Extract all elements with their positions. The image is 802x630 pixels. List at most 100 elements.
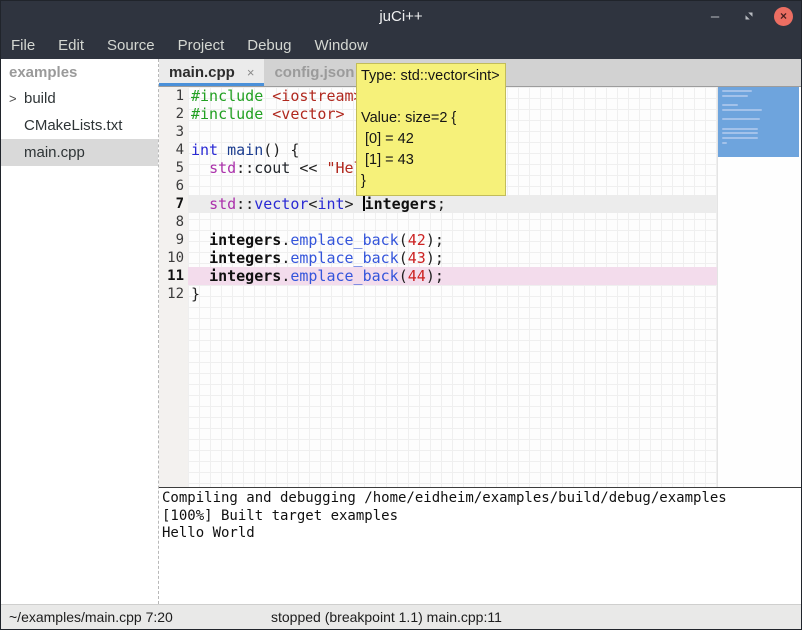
code-token: . <box>281 231 290 249</box>
line-number: 9 <box>159 231 188 249</box>
tab-config-json[interactable]: config.json <box>264 59 364 86</box>
code-token: << <box>290 159 326 177</box>
output-line: Hello World <box>162 525 801 543</box>
file-tree-sidebar: examples >buildCMakeLists.txtmain.cpp <box>1 59 159 604</box>
menu-bar: File Edit Source Project Debug Window <box>1 31 801 59</box>
line-number: 4 <box>159 141 188 159</box>
code-token: > <box>345 195 363 213</box>
code-token: #include <box>191 105 263 123</box>
line-number: 1 <box>159 87 188 105</box>
code-line[interactable]: integers.emplace_back(43); <box>188 249 717 267</box>
tooltip-line: [1] = 43 <box>361 150 501 171</box>
minimap-visible-region[interactable] <box>718 87 799 157</box>
code-token: 42 <box>408 231 426 249</box>
code-token: ( <box>399 249 408 267</box>
code-token: ( <box>399 231 408 249</box>
line-number: 10 <box>159 249 188 267</box>
code-token <box>191 195 209 213</box>
title-bar[interactable]: juCi++ – × <box>1 1 801 31</box>
code-token: integers <box>365 195 437 213</box>
line-number: 7 <box>159 195 188 213</box>
code-token <box>263 105 272 123</box>
app-window: juCi++ – × File Edit Source Project Debug Win… <box>0 0 802 630</box>
close-icon[interactable]: × <box>774 7 793 26</box>
code-token: 44 <box>408 267 426 285</box>
minimap-code-line <box>722 109 762 111</box>
minimap-scrollbar[interactable] <box>717 87 801 487</box>
code-token: emplace_back <box>290 231 398 249</box>
build-output-panel: Compiling and debugging /home/eidheim/ex… <box>159 487 801 604</box>
code-token: :: <box>236 195 254 213</box>
output-line: [100%] Built target examples <box>162 508 801 526</box>
code-token: ; <box>437 195 446 213</box>
code-token: std <box>209 195 236 213</box>
code-line[interactable] <box>188 213 717 231</box>
code-token: . <box>281 249 290 267</box>
tab-label: config.json <box>274 64 354 81</box>
minimap-code-line <box>722 132 758 134</box>
code-token: } <box>191 285 200 303</box>
tooltip-line: Type: std::vector<int> <box>361 66 501 87</box>
minimap-code-line <box>722 137 758 139</box>
code-token: ); <box>426 249 444 267</box>
line-number: 11 <box>159 267 188 285</box>
code-token: emplace_back <box>290 267 398 285</box>
line-number: 5 <box>159 159 188 177</box>
tab-close-icon[interactable]: × <box>247 65 255 80</box>
code-token: main <box>227 141 263 159</box>
code-token <box>191 249 209 267</box>
code-line[interactable]: } <box>188 285 717 303</box>
line-number-gutter: 123456789101112 <box>159 87 188 487</box>
code-line[interactable]: integers.emplace_back(42); <box>188 231 717 249</box>
tab-main-cpp[interactable]: main.cpp× <box>159 59 264 86</box>
menu-item-edit[interactable]: Edit <box>58 37 84 54</box>
tree-item-label: CMakeLists.txt <box>24 117 122 134</box>
code-token: . <box>281 267 290 285</box>
code-token: ( <box>399 267 408 285</box>
code-token <box>191 231 209 249</box>
minimize-icon[interactable]: – <box>706 8 724 25</box>
line-number: 3 <box>159 123 188 141</box>
code-line[interactable]: integers.emplace_back(44); <box>188 267 717 285</box>
sidebar-item-main-cpp[interactable]: main.cpp <box>1 139 158 166</box>
code-token: emplace_back <box>290 249 398 267</box>
menu-item-source[interactable]: Source <box>107 37 155 54</box>
window-title: juCi++ <box>379 8 422 25</box>
tooltip-line: [0] = 42 <box>361 129 501 150</box>
line-number: 2 <box>159 105 188 123</box>
code-token: 43 <box>408 249 426 267</box>
code-token: integers <box>209 267 281 285</box>
minimap-code-line <box>722 90 752 92</box>
code-token <box>263 87 272 105</box>
tooltip-line <box>361 87 501 108</box>
minimap-code-line <box>722 128 758 130</box>
code-token: int <box>317 195 344 213</box>
code-token: int <box>191 141 218 159</box>
file-tree: >build CMakeLists.txt main.cpp <box>1 85 158 166</box>
code-token: ); <box>426 267 444 285</box>
tree-item-label: build <box>24 90 56 107</box>
menu-item-window[interactable]: Window <box>314 37 367 54</box>
code-token: vector <box>254 195 308 213</box>
code-token <box>218 141 227 159</box>
line-number: 12 <box>159 285 188 303</box>
tooltip-line: Value: size=2 { <box>361 108 501 129</box>
restore-icon[interactable] <box>740 7 758 25</box>
menu-item-project[interactable]: Project <box>178 37 225 54</box>
sidebar-item-cmakelists-txt[interactable]: CMakeLists.txt <box>1 112 158 139</box>
minimap-code-line <box>722 104 738 106</box>
menu-item-debug[interactable]: Debug <box>247 37 291 54</box>
code-line[interactable]: std::vector<int> integers; <box>188 195 717 213</box>
code-token: :: <box>236 159 254 177</box>
code-token: <vector> <box>272 105 344 123</box>
code-token: #include <box>191 87 263 105</box>
status-bar: ~/examples/main.cpp 7:20 stopped (breakp… <box>1 604 801 629</box>
sidebar-item-build[interactable]: >build <box>1 85 158 112</box>
tooltip-line: } <box>361 171 501 192</box>
chevron-right-icon: > <box>9 91 24 106</box>
minimap-code-line <box>722 95 748 97</box>
code-token: () { <box>263 141 299 159</box>
line-number: 8 <box>159 213 188 231</box>
menu-item-file[interactable]: File <box>11 37 35 54</box>
code-token <box>191 267 209 285</box>
